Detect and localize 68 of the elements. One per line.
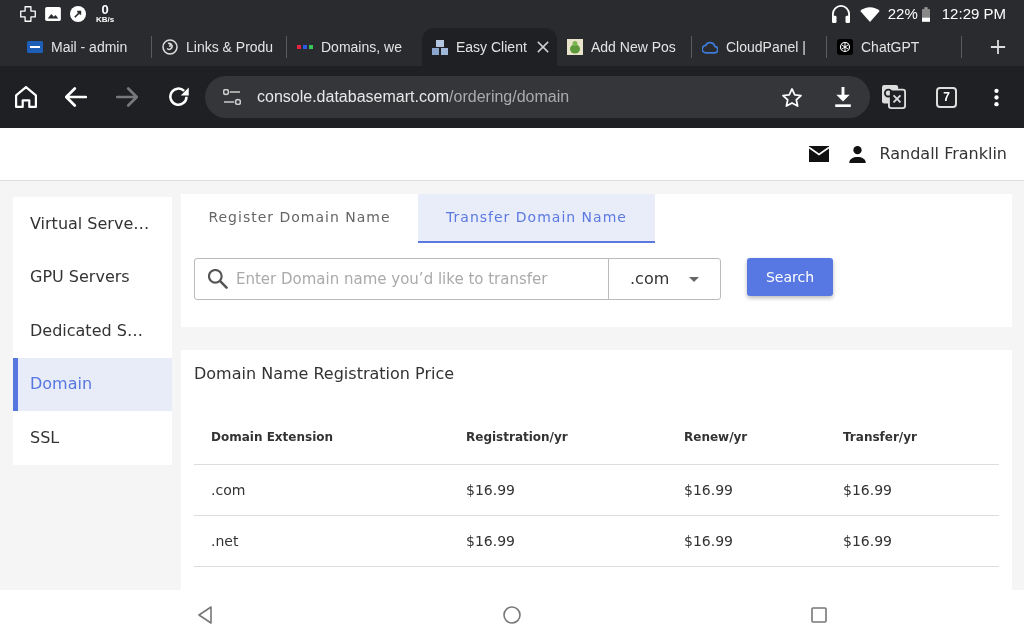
translate-icon[interactable] bbox=[882, 85, 906, 109]
home-circle-icon[interactable] bbox=[503, 606, 521, 624]
headphones-icon bbox=[831, 5, 850, 23]
browser-tab[interactable]: Links & Produ bbox=[152, 28, 287, 66]
network-speed-value: 0 bbox=[101, 2, 109, 16]
browser-tab[interactable]: Domains, we bbox=[287, 28, 422, 66]
mail-icon[interactable] bbox=[809, 146, 830, 162]
form-tab[interactable]: Register Domain Name bbox=[181, 194, 418, 243]
table-cell: $16.99 bbox=[826, 515, 999, 567]
domain-search-field[interactable]: Enter Domain name you’d like to transfer bbox=[194, 258, 609, 300]
column-header: Registration/yr bbox=[449, 410, 667, 465]
back-triangle-icon[interactable] bbox=[198, 606, 212, 624]
cloud-icon bbox=[702, 40, 718, 54]
reload-icon[interactable] bbox=[169, 87, 189, 107]
table-cell: $16.99 bbox=[667, 464, 826, 516]
battery-icon bbox=[921, 6, 930, 22]
back-arrow-icon[interactable] bbox=[65, 87, 87, 107]
url-text[interactable]: console.databasemart.com/ordering/domain bbox=[257, 85, 570, 109]
person-icon[interactable] bbox=[849, 145, 867, 163]
search-button[interactable]: Search bbox=[747, 258, 833, 296]
battery-percentage: 22% bbox=[887, 3, 918, 24]
clock-time: 12:29 PM bbox=[941, 3, 1006, 24]
tab-count-button[interactable]: 7 bbox=[936, 86, 957, 108]
cubes-icon bbox=[432, 39, 448, 55]
wheel-icon bbox=[837, 39, 853, 55]
column-header: Renew/yr bbox=[667, 410, 826, 465]
cross-outline-icon bbox=[20, 6, 36, 22]
squares-icon bbox=[297, 45, 313, 49]
sidebar-item[interactable]: Virtual Serve… bbox=[13, 197, 172, 251]
column-header: Domain Extension bbox=[194, 410, 449, 465]
caret-icon bbox=[689, 276, 699, 282]
extension-dropdown[interactable]: .com bbox=[608, 258, 721, 300]
browser-tab[interactable]: Easy Client bbox=[422, 28, 557, 66]
user-name[interactable]: Randall Franklin bbox=[879, 142, 1007, 166]
table-cell: $16.99 bbox=[449, 515, 667, 567]
sidebar-item[interactable]: Dedicated S… bbox=[13, 304, 172, 358]
tile-icon bbox=[27, 41, 43, 53]
forward-arrow-icon[interactable] bbox=[116, 87, 138, 107]
wifi-icon bbox=[859, 6, 880, 22]
panel-title: Domain Name Registration Price bbox=[194, 363, 456, 385]
arrow-circle-icon bbox=[70, 6, 86, 22]
table-cell: $16.99 bbox=[449, 464, 667, 516]
home-icon[interactable] bbox=[15, 86, 37, 108]
address-bar[interactable]: console.databasemart.com/ordering/domain bbox=[205, 76, 870, 118]
browser-tab[interactable]: Add New Pos bbox=[557, 28, 692, 66]
site-settings-icon[interactable] bbox=[223, 89, 241, 105]
ring-icon bbox=[162, 39, 178, 55]
new-tab-plus-icon[interactable] bbox=[990, 39, 1006, 55]
image-icon bbox=[45, 7, 61, 21]
download-icon[interactable] bbox=[834, 87, 852, 107]
search-icon bbox=[208, 269, 228, 289]
browser-tab[interactable]: Mail - admin bbox=[17, 28, 152, 66]
sidebar-item[interactable]: GPU Servers bbox=[13, 250, 172, 304]
sidebar-item[interactable]: SSL bbox=[13, 411, 172, 465]
table-cell: $16.99 bbox=[826, 464, 999, 516]
table-cell: $16.99 bbox=[667, 515, 826, 567]
close-icon[interactable] bbox=[537, 41, 549, 53]
column-header: Transfer/yr bbox=[826, 410, 999, 465]
recents-square-icon[interactable] bbox=[811, 607, 827, 623]
table-cell: .com bbox=[194, 464, 449, 516]
star-icon[interactable] bbox=[782, 87, 802, 107]
menu-dots-icon[interactable] bbox=[994, 87, 999, 107]
network-speed-unit: KB/s bbox=[96, 15, 115, 24]
table-cell: .net bbox=[194, 515, 449, 567]
sidebar-item[interactable]: Domain bbox=[13, 357, 172, 411]
browser-tab[interactable]: CloudPanel | bbox=[692, 28, 827, 66]
figure-picture-icon bbox=[567, 39, 583, 55]
browser-tab[interactable]: ChatGPT bbox=[827, 28, 962, 66]
